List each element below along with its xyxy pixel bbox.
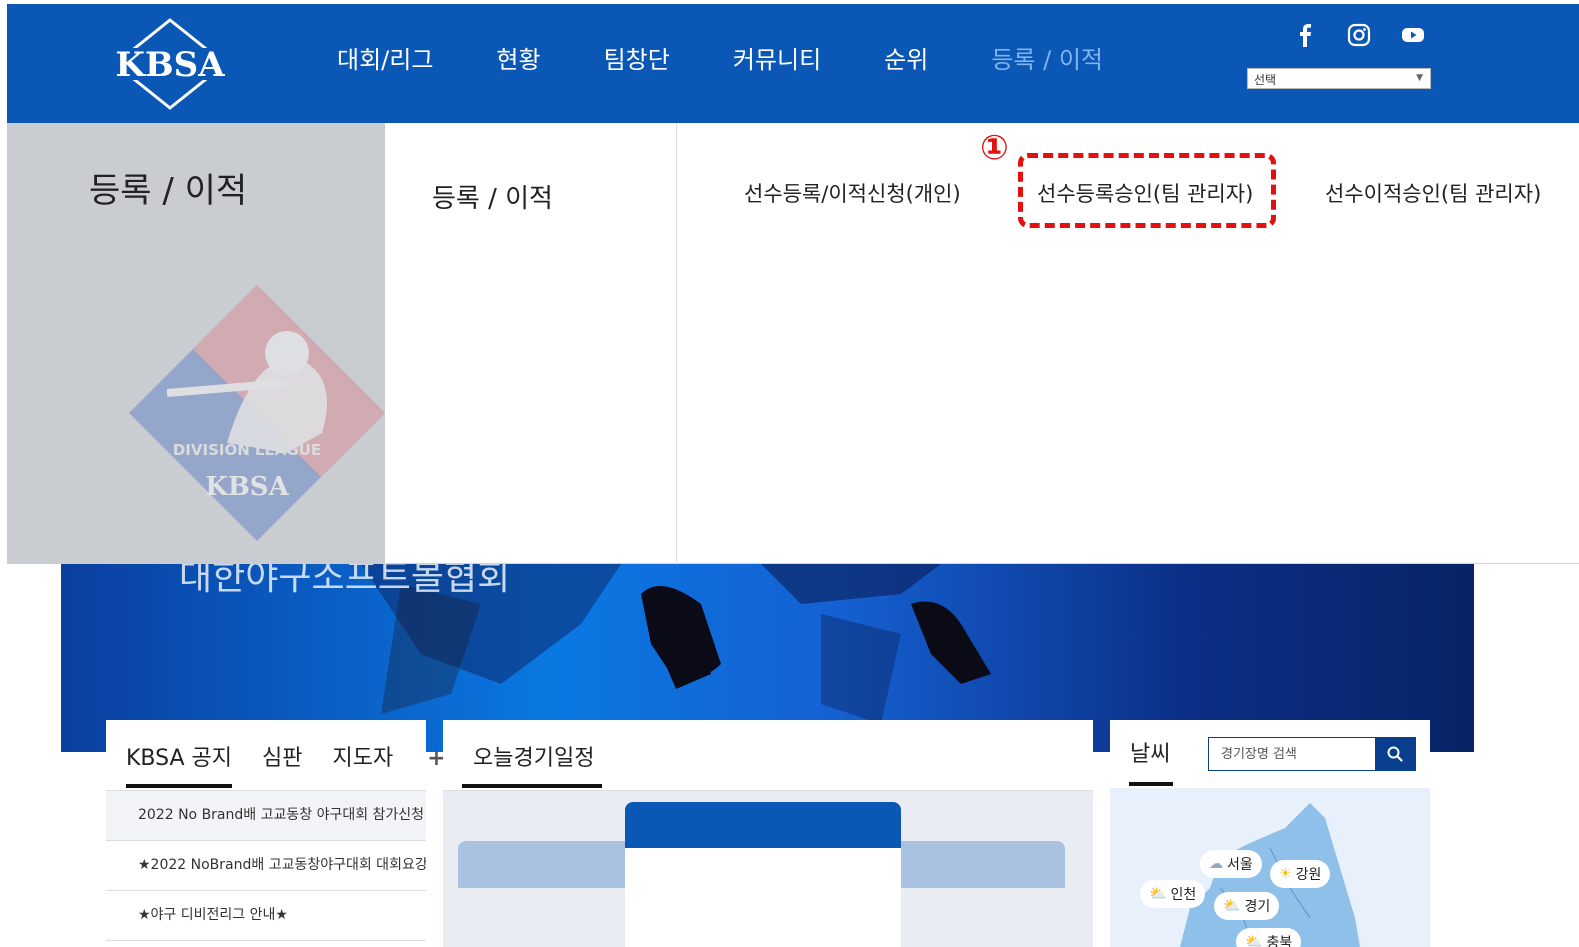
menu-item-player-transfer-approval[interactable]: 선수이적승인(팀 관리자) [1325, 178, 1541, 208]
city-label: 인천 [1170, 887, 1197, 903]
weather-card: 날씨 ☁서울 ☀강원 ⛅인천 ⛅경기 ⛅충북 [1110, 720, 1430, 947]
social-links [1292, 22, 1426, 48]
mega-menu-divider [676, 123, 677, 564]
schedule-tab-indicator [462, 784, 602, 788]
nav-team-founding[interactable]: 팀창단 [604, 40, 670, 75]
nav-competition-league[interactable]: 대회/리그 [337, 40, 433, 75]
tab-coach-label: 지도자 [332, 746, 394, 771]
schedule-title: 오늘경기일정 [473, 746, 595, 771]
stadium-search [1208, 737, 1416, 771]
city-weather-seoul[interactable]: ☁ 서울 [1200, 850, 1262, 878]
korea-weather-map: ☁ 서울 ☀ 강원 ⛅ 인천 ⛅ 경기 ⛅ 충북 [1110, 788, 1430, 947]
active-tab-indicator [126, 784, 232, 788]
city-label: 경기 [1244, 899, 1271, 915]
instagram-icon[interactable] [1346, 22, 1372, 48]
main-nav: 대회/리그 현황 팀창단 커뮤니티 순위 등록 / 이적 [337, 40, 1166, 75]
svg-text:KBSA: KBSA [205, 472, 289, 502]
schedule-game-card[interactable] [625, 802, 901, 947]
nav-status[interactable]: 현황 [496, 40, 540, 75]
annotation-step-marker: ① [980, 128, 1009, 168]
nav-ranking[interactable]: 순위 [884, 40, 928, 75]
nav-registration-transfer[interactable]: 등록 / 이적 [991, 40, 1103, 75]
svg-text:DIVISION LEAGUE: DIVISION LEAGUE [173, 441, 321, 459]
menu-item-player-registration-transfer-request[interactable]: 선수등록/이적신청(개인) [744, 178, 961, 208]
stadium-search-input[interactable] [1209, 738, 1375, 770]
partly-cloudy-icon: ⛅ [1245, 934, 1263, 947]
facebook-icon[interactable] [1292, 22, 1318, 48]
weather-title: 날씨 [1130, 742, 1171, 767]
site-header: KBSA 대회/리그 현황 팀창단 커뮤니티 순위 등록 / 이적 선택 ▼ [7, 4, 1579, 123]
city-label: 강원 [1295, 867, 1322, 883]
registration-mega-menu: 등록 / 이적 DIVISION LEAGUE KBSA 등록 / 이적 선수등… [7, 123, 1579, 564]
city-weather-incheon[interactable]: ⛅ 인천 [1140, 880, 1206, 908]
chevron-down-icon: ▼ [1416, 73, 1423, 83]
city-weather-gyeonggi[interactable]: ⛅ 경기 [1214, 892, 1280, 920]
youtube-icon[interactable] [1400, 22, 1426, 48]
mega-menu-side-panel: 등록 / 이적 DIVISION LEAGUE KBSA [7, 123, 385, 564]
annotation-highlight-box [1018, 153, 1276, 228]
select-value: 선택 [1254, 73, 1277, 87]
search-icon[interactable] [1375, 738, 1415, 770]
partly-cloudy-icon: ⛅ [1149, 886, 1167, 902]
city-label: 충북 [1266, 935, 1293, 947]
city-weather-gangwon[interactable]: ☀ 강원 [1270, 860, 1331, 888]
korea-map-shape [1180, 803, 1360, 947]
schedule-card-header [625, 802, 901, 848]
notice-item[interactable]: ★2022 NoBrand배 고교동창야구대회 대회요강★ [106, 841, 426, 891]
mega-menu-section-title: 등록 / 이적 [89, 171, 248, 211]
kbsa-logo[interactable]: KBSA [95, 18, 245, 110]
city-weather-chungbuk[interactable]: ⛅ 충북 [1236, 928, 1302, 947]
weather-tab-indicator [1129, 782, 1173, 786]
svg-text:KBSA: KBSA [115, 45, 225, 85]
mega-menu-category-title[interactable]: 등록 / 이적 [432, 178, 553, 215]
nav-community[interactable]: 커뮤니티 [733, 40, 821, 75]
today-schedule-card: 오늘경기일정 [443, 720, 1093, 947]
schedule-body [443, 790, 1093, 947]
cloud-icon: ☁ [1209, 856, 1223, 872]
partly-cloudy-icon: ⛅ [1223, 898, 1241, 914]
hero-association-name: 대한야구소프트볼협회 [179, 564, 511, 598]
tab-umpire[interactable]: 심판 [262, 740, 302, 772]
tab-kbsa-notice[interactable]: KBSA 공지 [126, 740, 232, 772]
city-label: 서울 [1227, 857, 1253, 873]
sun-icon: ☀ [1279, 866, 1292, 882]
notice-card: KBSA 공지 심판 지도자 + 2022 No Brand배 고교동창 야구대회… [106, 720, 446, 947]
division-league-emblem: DIVISION LEAGUE KBSA [129, 285, 385, 541]
notice-list: 2022 No Brand배 고교동창 야구대회 참가신청 안내 ★2022 N… [106, 790, 426, 941]
notice-item[interactable]: ★야구 디비전리그 안내★ [106, 891, 426, 941]
notice-item[interactable]: 2022 No Brand배 고교동창 야구대회 참가신청 안내 [106, 791, 426, 841]
site-select-dropdown[interactable]: 선택 ▼ [1247, 68, 1431, 89]
